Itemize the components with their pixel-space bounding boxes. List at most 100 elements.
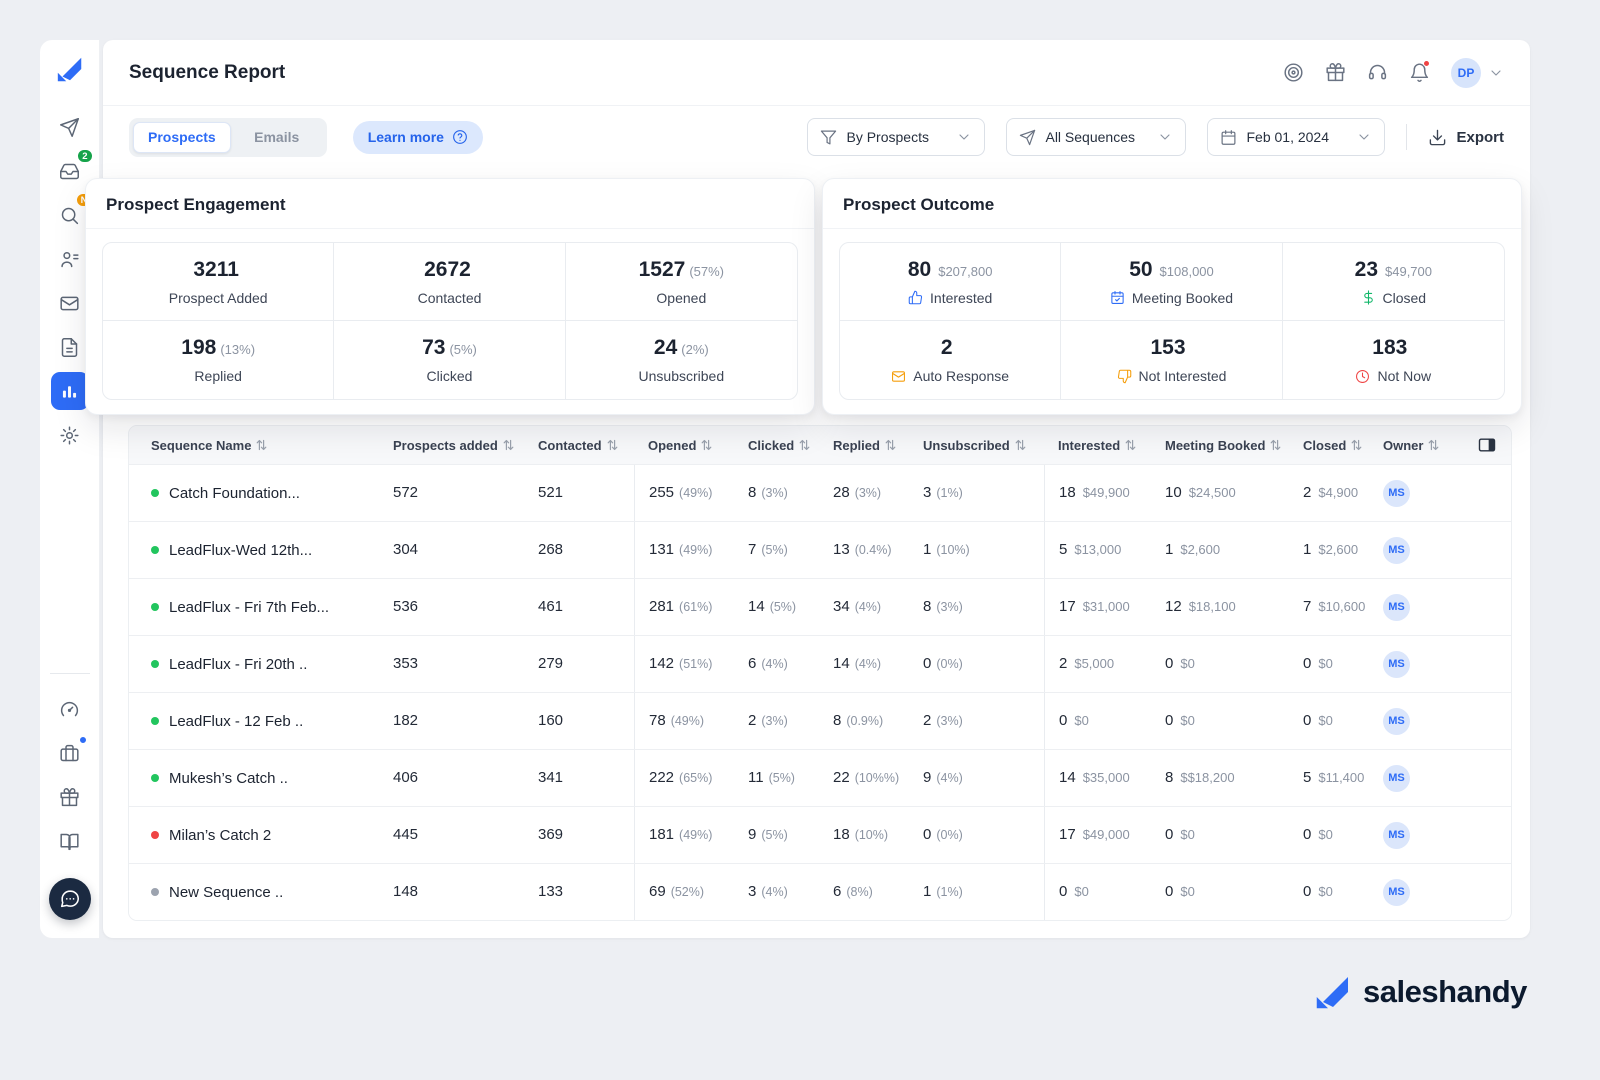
sequence-name[interactable]: Catch Foundation... [169,485,300,502]
stat-amount: $207,800 [938,264,992,279]
cell-replied: 34(4%) [819,579,909,635]
column-header-prospects-added[interactable]: Prospects added [379,438,524,453]
owner-avatar[interactable]: MS [1383,594,1410,621]
column-settings-button[interactable] [1461,435,1511,455]
saleshandy-logo-icon[interactable] [55,54,85,84]
tab-emails[interactable]: Emails [231,122,323,153]
cell-value: 8 [748,484,756,501]
sort-icon[interactable] [1428,439,1439,451]
column-header-meeting-booked[interactable]: Meeting Booked [1151,438,1289,453]
table-row[interactable]: LeadFlux - Fri 20th ..353279142(51%)6(4%… [129,635,1511,692]
learn-more-button[interactable]: Learn more [353,121,483,154]
column-header-opened[interactable]: Opened [634,438,734,453]
stat-value: 2 [941,336,953,359]
by-prospects-dropdown[interactable]: By Prospects [807,118,985,156]
sequence-name[interactable]: Milan’s Catch 2 [169,827,271,844]
column-header-unsubscribed[interactable]: Unsubscribed [909,438,1044,453]
column-header-sequence-name[interactable]: Sequence Name [129,438,379,453]
column-header-interested[interactable]: Interested [1044,438,1151,453]
headset-icon[interactable] [1367,62,1388,83]
engagement-stat-clicked: 73(5%)Clicked [334,321,565,399]
cell-unsubscribed: 2(3%) [909,693,1044,749]
sort-icon[interactable] [607,439,618,451]
dollar-icon [1361,290,1376,305]
column-header-clicked[interactable]: Clicked [734,438,819,453]
table-row[interactable]: New Sequence ..14813369(52%)3(4%)6(8%)1(… [129,863,1511,920]
sort-icon[interactable] [503,439,514,451]
cell-contacted: 521 [524,465,634,521]
gear-icon [59,425,80,446]
sort-icon[interactable] [1015,439,1026,451]
column-header-replied[interactable]: Replied [819,438,909,453]
owner-avatar[interactable]: MS [1383,822,1410,849]
notification-dot [1423,60,1430,67]
column-header-contacted[interactable]: Contacted [524,438,634,453]
briefcase-icon [59,743,80,764]
cell-value: 148 [393,883,418,900]
owner-avatar[interactable]: MS [1383,708,1410,735]
sidebar-item-settings[interactable] [51,416,89,454]
sequence-name[interactable]: LeadFlux - 12 Feb .. [169,713,303,730]
all-sequences-dropdown[interactable]: All Sequences [1006,118,1186,156]
cell-clicked: 9(5%) [734,807,819,863]
sort-icon[interactable] [799,439,810,451]
sequence-name[interactable]: LeadFlux - Fri 7th Feb... [169,599,329,616]
column-header-owner[interactable]: Owner [1369,438,1461,453]
stat-value-row: 80$207,800 [908,258,993,282]
table-row[interactable]: Catch Foundation...572521255(49%)8(3%)28… [129,464,1511,521]
sidebar-item-email-verification[interactable] [51,284,89,322]
table-row[interactable]: LeadFlux-Wed 12th...304268131(49%)7(5%)1… [129,521,1511,578]
sidebar-item-resources[interactable] [51,822,89,860]
cell-interested: 0$0 [1044,864,1151,920]
owner-avatar[interactable]: MS [1383,480,1410,507]
column-header-closed[interactable]: Closed [1289,438,1369,453]
sort-icon[interactable] [256,439,267,451]
cell-value: 8 [833,712,841,729]
owner-avatar[interactable]: MS [1383,651,1410,678]
account-menu[interactable]: DP [1451,58,1504,88]
dropdown-value: By Prospects [846,129,928,145]
table-row[interactable]: Milan’s Catch 2445369181(49%)9(5%)18(10%… [129,806,1511,863]
cell-meeting-booked: 0$0 [1151,864,1289,920]
bell-icon[interactable] [1409,62,1430,83]
table-row[interactable]: LeadFlux - Fri 7th Feb...536461281(61%)1… [129,578,1511,635]
export-button[interactable]: Export [1428,128,1504,147]
cell-replied: 14(4%) [819,636,909,692]
sidebar-item-rewards[interactable] [51,778,89,816]
stat-label-row: Not Interested [1117,368,1227,384]
sidebar-item-usage[interactable] [51,690,89,728]
gift-icon[interactable] [1325,62,1346,83]
chevron-down-icon[interactable] [1488,65,1504,81]
chat-button[interactable] [49,878,91,920]
cell-unsubscribed: 1(10%) [909,522,1044,578]
owner-avatar[interactable]: MS [1383,879,1410,906]
owner-avatar[interactable]: MS [1383,765,1410,792]
avatar[interactable]: DP [1451,58,1481,88]
sidebar-item-prospect-search[interactable]: N [51,196,89,234]
sort-icon[interactable] [1351,439,1362,451]
mail-check-icon [59,293,80,314]
sequence-name[interactable]: LeadFlux - Fri 20th .. [169,656,307,673]
sidebar-item-agency[interactable] [51,734,89,772]
table-row[interactable]: Mukesh’s Catch ..406341222(65%)11(5%)22(… [129,749,1511,806]
sequence-name[interactable]: Mukesh’s Catch .. [169,770,288,787]
sort-icon[interactable] [701,439,712,451]
sidebar-item-templates[interactable] [51,328,89,366]
tab-prospects[interactable]: Prospects [133,122,231,153]
table-row[interactable]: LeadFlux - 12 Feb ..18216078(49%)2(3%)8(… [129,692,1511,749]
sidebar-item-inbox[interactable]: 2 [51,152,89,190]
sidebar-item-sequences[interactable] [51,108,89,146]
sidebar-item-reports[interactable] [51,372,89,410]
date-picker[interactable]: Feb 01, 2024 [1207,118,1385,156]
sort-icon[interactable] [1125,439,1136,451]
sequence-name[interactable]: New Sequence .. [169,884,283,901]
sidebar-item-prospects[interactable] [51,240,89,278]
target-icon[interactable] [1283,62,1304,83]
sequence-name[interactable]: LeadFlux-Wed 12th... [169,542,312,559]
owner-avatar[interactable]: MS [1383,537,1410,564]
cell-amount: $49,900 [1083,485,1130,500]
sort-icon[interactable] [1270,439,1281,451]
sort-icon[interactable] [885,439,896,451]
engagement-stat-replied: 198(13%)Replied [103,321,334,399]
status-dot [151,660,159,668]
